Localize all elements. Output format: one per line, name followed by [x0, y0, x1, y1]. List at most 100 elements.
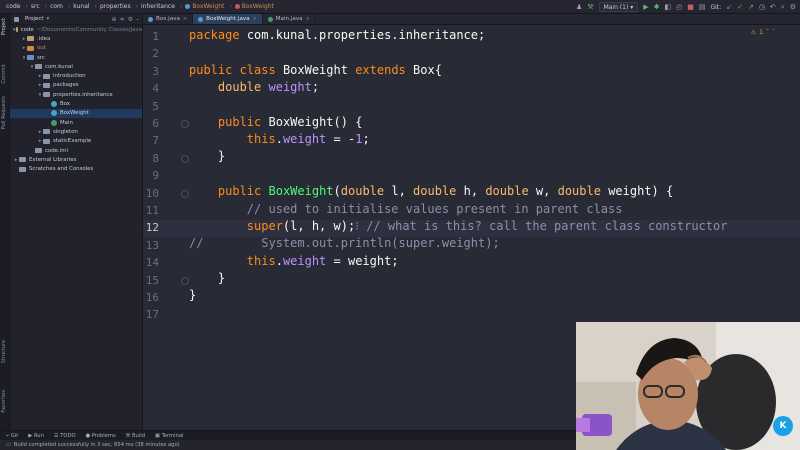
line-number: 16 [145, 291, 159, 304]
user-icon[interactable]: ♟ [576, 3, 582, 11]
package-icon [43, 138, 50, 144]
build-tool-label: Build [131, 432, 145, 439]
tree-item[interactable]: BoxWeight [10, 108, 142, 118]
tree-item[interactable]: ▸ packages [10, 81, 142, 90]
run-tool-button[interactable]: ▶ Run [28, 433, 44, 439]
git-tool-button[interactable]: ⑂ Git [6, 433, 18, 439]
tree-item-label: External Libraries [29, 156, 77, 163]
close-icon[interactable]: × [306, 16, 310, 22]
breadcrumb-separator: › [135, 3, 138, 10]
source-folder-icon [27, 55, 34, 61]
breadcrumb-item[interactable]: BoxWeight [192, 3, 224, 10]
tree-item-label: com.kunal [45, 63, 73, 70]
breadcrumb-item[interactable]: kunal [73, 3, 89, 10]
chevron-down-icon[interactable]: ˇ [772, 29, 775, 36]
tree-item[interactable]: Main [10, 118, 142, 127]
class-icon [267, 16, 273, 22]
tree-item-label: Main [60, 119, 73, 126]
git-commit-icon[interactable]: ✓ [737, 3, 743, 11]
terminal-tool-button[interactable]: ▣ Terminal [155, 433, 183, 439]
breadcrumb-item[interactable]: src [31, 3, 40, 10]
tree-item[interactable]: ▸ .idea [10, 34, 142, 43]
tree-item[interactable]: Box [10, 99, 142, 108]
commit-tool-tab[interactable]: Commit [1, 64, 7, 84]
tree-item[interactable]: ▾ src [10, 53, 142, 62]
class-icon [148, 16, 153, 22]
tree-item[interactable]: ▾ code ~/Documents/Community Classes/Java [10, 25, 142, 34]
tree-item-label: singleton [53, 128, 78, 135]
line-number: 4 [152, 82, 159, 96]
tree-item-label: Scratches and Consoles [29, 166, 94, 173]
breadcrumb-separator: › [229, 3, 232, 10]
line-number: 13 [145, 238, 159, 252]
profile-icon[interactable]: ◴ [676, 3, 682, 11]
todo-tool-label: TODO [60, 432, 76, 439]
git-update-icon[interactable]: ↙ [726, 3, 732, 11]
tree-item-path: ~/Documents/Community Classes/Java [36, 26, 142, 33]
tree-item[interactable]: ▸ out [10, 44, 142, 53]
chevron-up-icon[interactable]: ˆ [766, 29, 769, 36]
favorites-tool-tab[interactable]: Favorites [1, 390, 7, 413]
line-number: 7 [152, 134, 159, 148]
search-icon[interactable]: ⌕ [781, 3, 785, 12]
run-icon: ▶ [28, 432, 33, 439]
close-icon[interactable]: × [183, 16, 187, 22]
tree-item-label: .idea [37, 35, 51, 42]
code-line-7: this.weight = -1; [246, 132, 370, 146]
package-icon [35, 64, 42, 70]
gear-icon[interactable]: ⚙ [128, 16, 133, 23]
problems-tool-button[interactable]: ● Problems [86, 433, 116, 439]
run-icon[interactable]: ▶ [643, 3, 648, 11]
breadcrumb-item[interactable]: inheritance [141, 3, 175, 10]
locate-icon[interactable]: ⊕ [112, 16, 117, 23]
breadcrumb-item[interactable]: properties [100, 3, 131, 10]
line-number: 8 [152, 151, 159, 165]
fold-marker[interactable] [181, 155, 189, 163]
breadcrumb-item[interactable]: code [6, 3, 20, 10]
tree-item[interactable]: code.iml [10, 146, 142, 155]
fold-marker[interactable] [181, 120, 189, 128]
tab-main-java[interactable]: Main.java × [263, 14, 316, 24]
chevron-down-icon[interactable]: ▾ [46, 16, 49, 22]
build-hammer-icon[interactable]: ⚒ [587, 3, 593, 11]
tab-boxweight-java[interactable]: BoxWeight.java × [193, 14, 263, 24]
git-label: Git: [710, 3, 722, 11]
inspection-widget[interactable]: ⚠ 1 ˆ ˇ [751, 29, 775, 36]
tree-item[interactable]: ▾ com.kunal [10, 62, 142, 71]
tree-item[interactable]: ▸ singleton [10, 127, 142, 136]
tree-item[interactable]: ▸ introduction [10, 71, 142, 80]
terminal-tool-label: Terminal [161, 432, 184, 439]
breadcrumb-item[interactable]: BoxWeight [242, 3, 274, 10]
history-icon[interactable]: ◷ [759, 3, 765, 11]
breadcrumb-item[interactable]: com [50, 3, 63, 10]
fold-marker[interactable] [181, 277, 189, 285]
project-panel-title[interactable]: Project [25, 16, 43, 22]
structure-tool-tab[interactable]: Structure [1, 340, 7, 363]
tree-item[interactable]: ▸ staticExample [10, 137, 142, 146]
hide-icon[interactable]: – [136, 16, 139, 23]
folder-icon [27, 45, 34, 51]
stop-icon[interactable]: ■ [687, 3, 694, 11]
tab-box-java[interactable]: Box.java × [143, 14, 194, 24]
run-configuration-select[interactable]: Main (1) ▾ [598, 2, 639, 12]
coverage-icon[interactable]: ◧ [665, 3, 672, 11]
tree-item-label: staticExample [53, 138, 92, 145]
debug-icon[interactable]: ✱ [654, 3, 660, 11]
pull-requests-tool-tab[interactable]: Pull Requests [1, 96, 7, 129]
close-icon[interactable]: × [253, 16, 257, 22]
rollback-icon[interactable]: ↶ [770, 3, 776, 11]
git-push-icon[interactable]: ↗ [748, 3, 754, 11]
settings-icon[interactable]: ⚙ [790, 3, 796, 11]
tree-item[interactable]: ▾ properties.inheritance [10, 90, 142, 99]
project-tool-tab[interactable]: Project [1, 18, 7, 35]
collapse-icon[interactable]: ≑ [120, 16, 125, 23]
status-message[interactable]: Build completed successfully in 3 sec, 6… [14, 442, 180, 448]
code-line-6: public BoxWeight() { [217, 115, 363, 129]
tree-item[interactable]: Scratches and Consoles [10, 164, 142, 173]
fold-marker[interactable] [181, 190, 189, 198]
tree-item[interactable]: ▸ External Libraries [10, 155, 142, 164]
layout-icon[interactable]: ▤ [699, 3, 706, 11]
tree-item-label: Box [60, 101, 71, 108]
todo-tool-button[interactable]: ☰ TODO [54, 433, 76, 439]
build-tool-button[interactable]: ⚒ Build [126, 433, 145, 439]
